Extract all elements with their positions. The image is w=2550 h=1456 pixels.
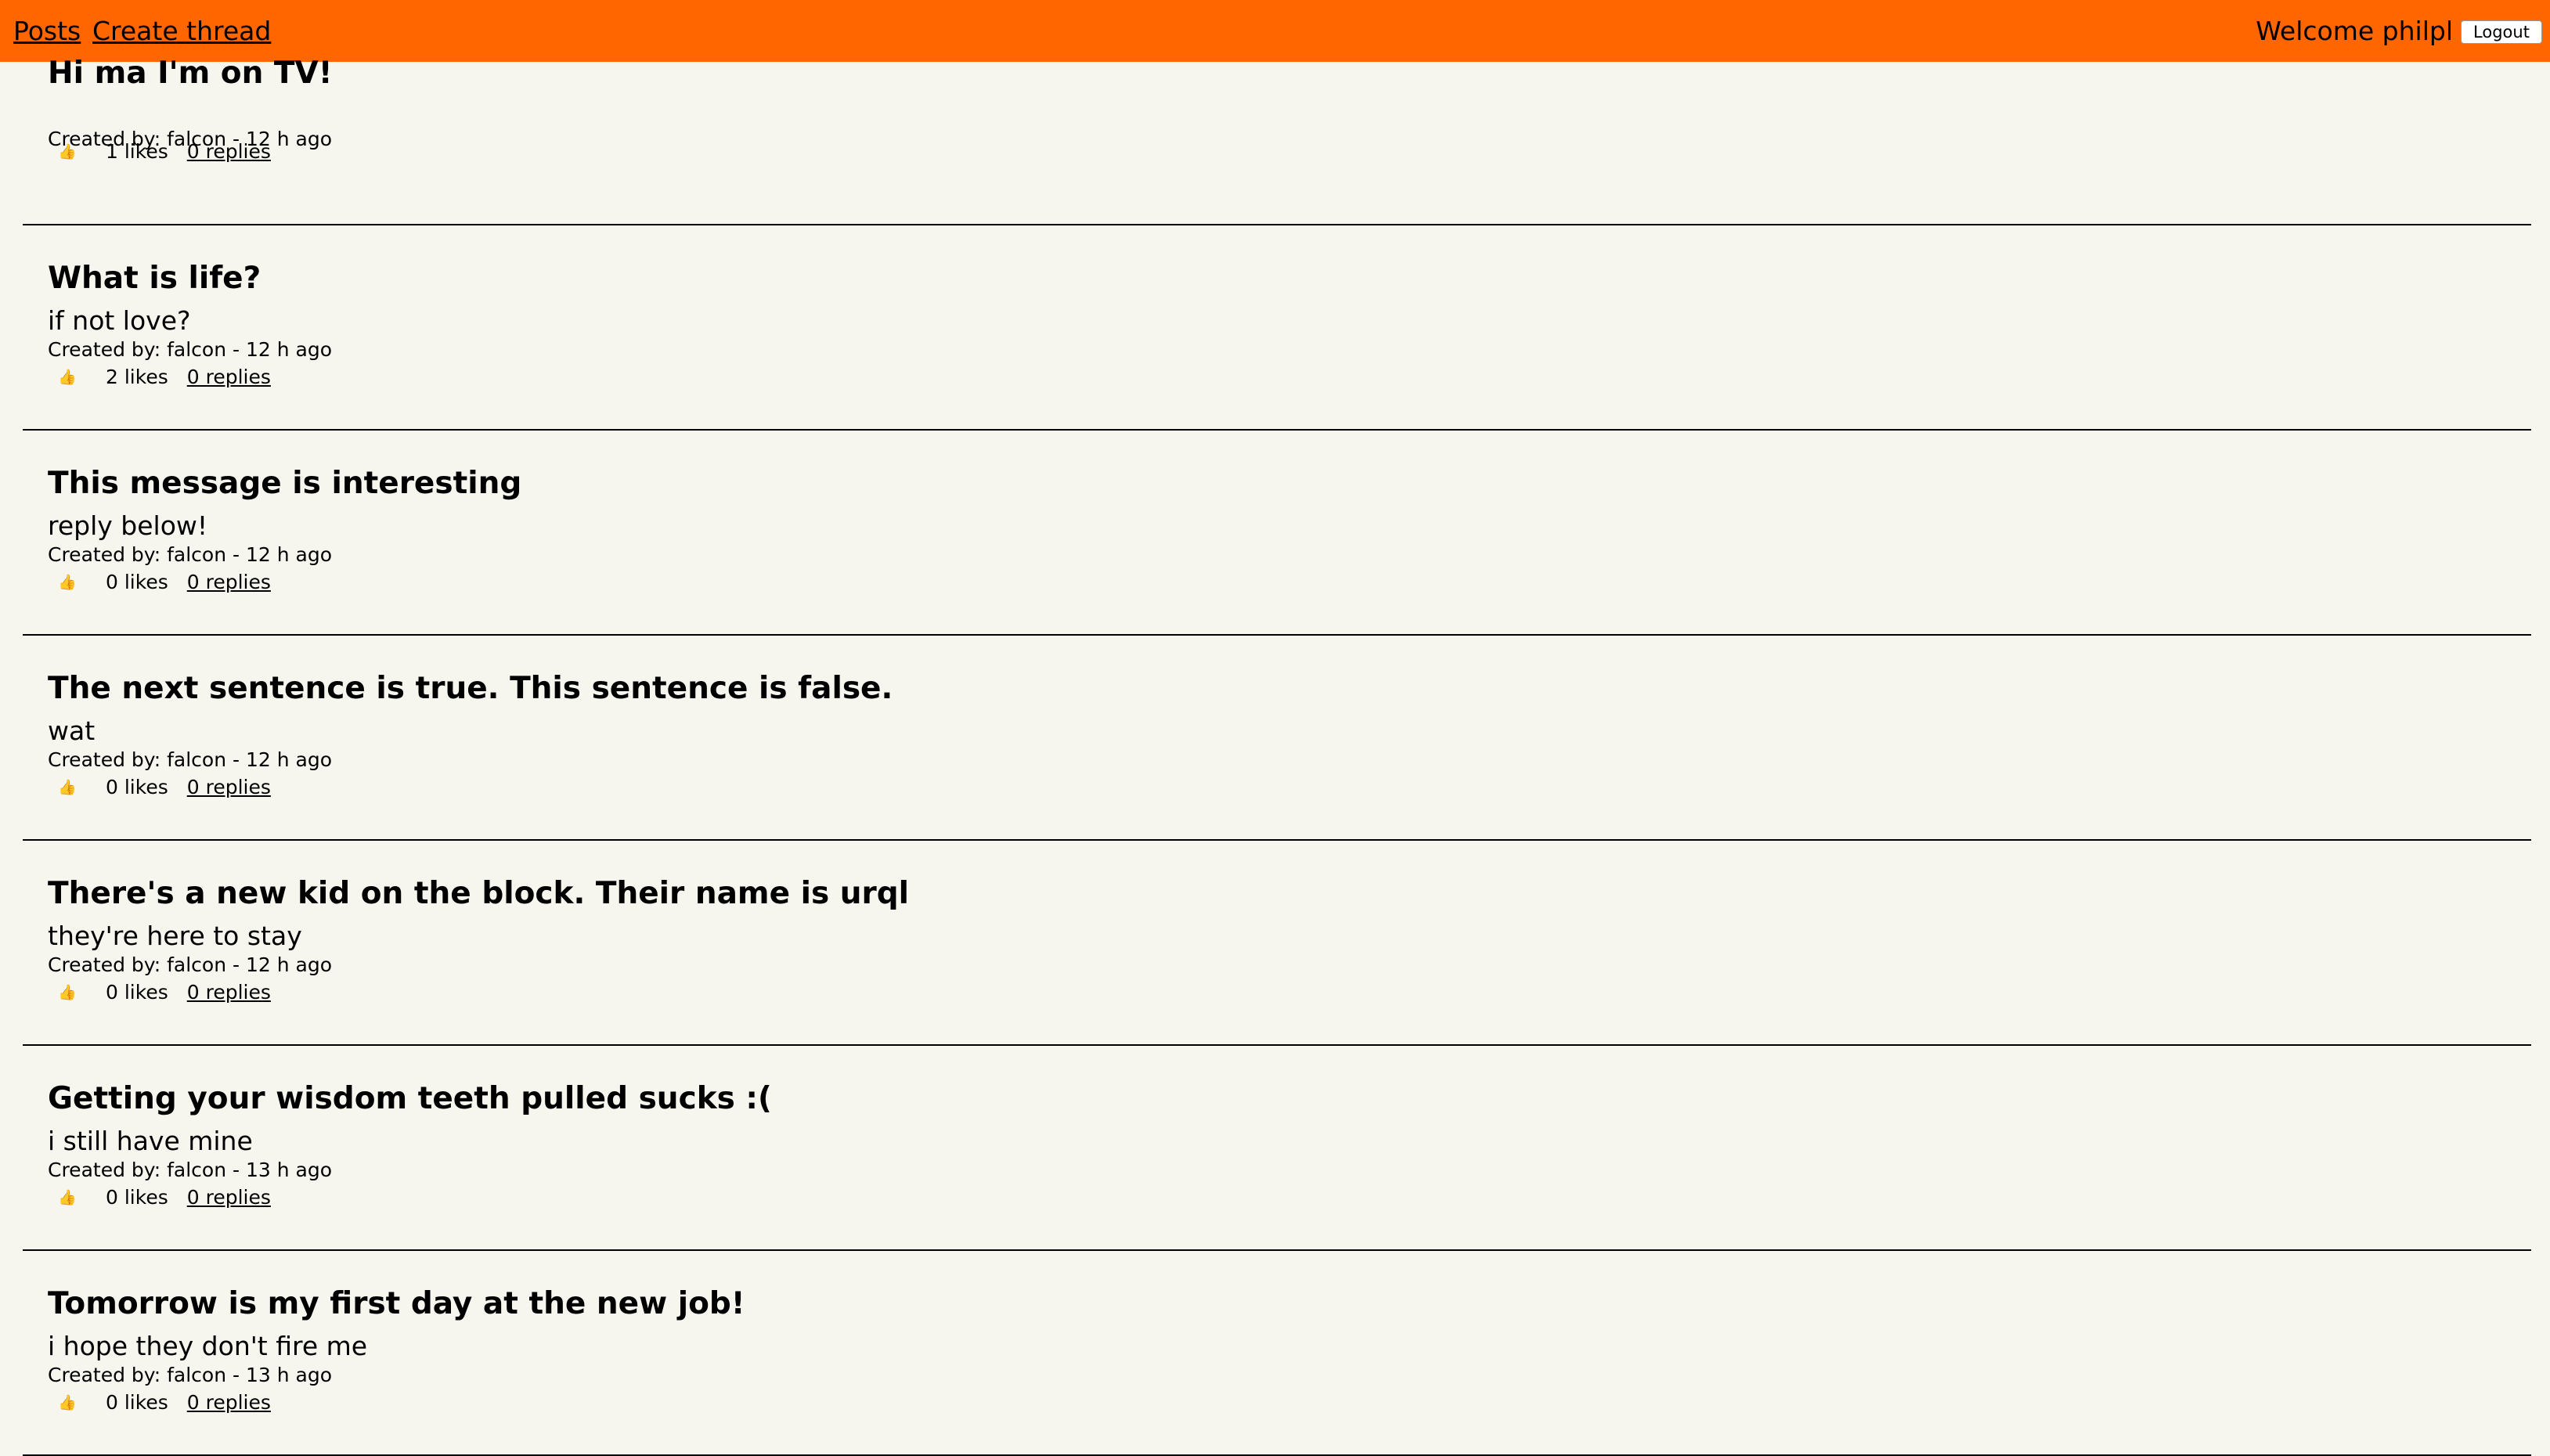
post-title: The next sentence is true. This sentence… [48,671,893,706]
post-body: i hope they don't fire me [48,1331,368,1361]
post-body: i still have mine [48,1126,253,1156]
post-item: This message is interesting reply below! C… [23,431,2531,636]
post-body: if not love? [48,305,191,336]
replies-link[interactable]: 0 replies [187,980,271,1005]
likes-count: 0 likes [106,571,168,593]
likes-count: 2 likes [106,366,168,388]
likes-count: 0 likes [106,981,168,1004]
post-item: Getting your wisdom teeth pulled sucks :… [23,1046,2531,1251]
post-item: There's a new kid on the block. Their na… [23,841,2531,1046]
thumbs-up-icon[interactable]: 👍 [48,1390,87,1415]
likes-count: 0 likes [106,776,168,798]
likes-count: 0 likes [106,1186,168,1209]
post-actions: 👍 1 likes 0 replies [48,139,271,164]
replies-link[interactable]: 0 replies [187,570,271,595]
post-meta: Created by: falcon - 12 h ago [48,748,333,771]
post-meta: Created by: falcon - 12 h ago [48,338,333,361]
post-actions: 👍 0 likes 0 replies [48,1185,271,1210]
thumbs-up-icon[interactable]: 👍 [48,570,87,595]
likes-count: 1 likes [106,140,168,163]
post-actions: 👍 0 likes 0 replies [48,775,271,800]
post-title: This message is interesting [48,466,522,501]
post-actions: 👍 0 likes 0 replies [48,980,271,1005]
post-meta: Created by: falcon - 12 h ago [48,543,333,566]
post-body: wat [48,715,96,746]
post-item: What is life? if not love? Created by: fal… [23,225,2531,431]
replies-link[interactable]: 0 replies [187,1390,271,1415]
post-item: The next sentence is true. This sentence… [23,636,2531,841]
post-title: What is life? [48,261,261,296]
post-meta: Created by: falcon - 12 h ago [48,953,333,976]
thumbs-up-icon[interactable]: 👍 [48,139,87,164]
thumbs-up-icon[interactable]: 👍 [48,980,87,1005]
post-meta: Created by: falcon - 13 h ago [48,1364,333,1386]
post-actions: 👍 0 likes 0 replies [48,570,271,595]
post-title: Hi ma I'm on TV! [48,56,333,91]
likes-count: 0 likes [106,1391,168,1414]
post-title: There's a new kid on the block. Their na… [48,876,910,911]
thumbs-up-icon[interactable]: 👍 [48,365,87,390]
post-meta: Created by: falcon - 13 h ago [48,1159,333,1181]
replies-link[interactable]: 0 replies [187,775,271,800]
post-title: Getting your wisdom teeth pulled sucks :… [48,1081,772,1116]
post-item: Hi ma I'm on TV! Created by: falcon - 12 … [23,20,2531,225]
post-body: reply below! [48,510,208,541]
replies-link[interactable]: 0 replies [187,365,271,390]
replies-link[interactable]: 0 replies [187,1185,271,1210]
post-title: Tomorrow is my first day at the new job! [48,1286,745,1321]
thumbs-up-icon[interactable]: 👍 [48,1185,87,1210]
post-body: they're here to stay [48,921,302,951]
post-actions: 👍 2 likes 0 replies [48,365,271,390]
post-actions: 👍 0 likes 0 replies [48,1390,271,1415]
post-item: Tomorrow is my first day at the new job!… [23,1251,2531,1456]
thumbs-up-icon[interactable]: 👍 [48,775,87,800]
replies-link[interactable]: 0 replies [187,139,271,164]
